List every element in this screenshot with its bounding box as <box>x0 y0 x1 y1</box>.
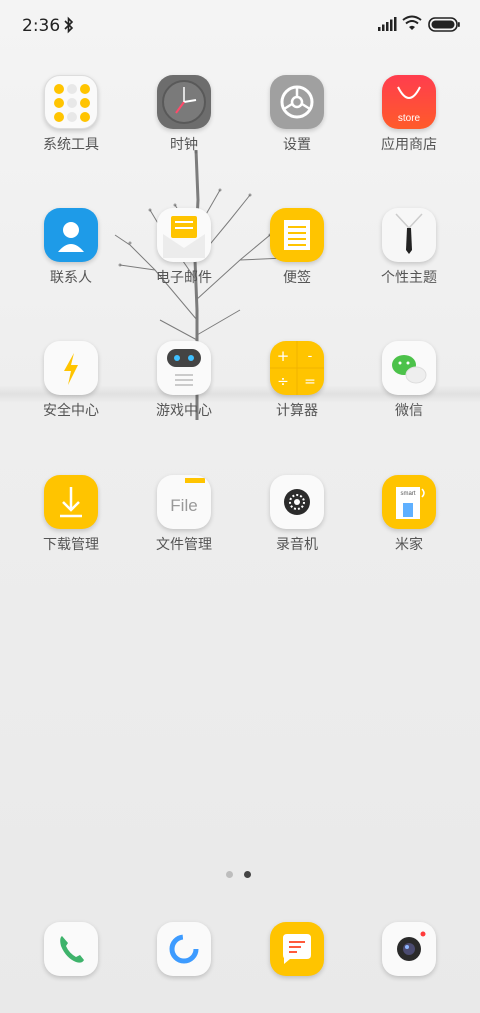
dock-phone[interactable] <box>16 922 126 982</box>
signal-icon <box>378 17 397 31</box>
app-store[interactable]: store 应用商店 <box>354 70 464 180</box>
app-notes[interactable]: 便签 <box>242 203 352 313</box>
game-robot-icon <box>157 341 211 395</box>
app-label: 微信 <box>395 403 423 419</box>
status-bar: 2:36 <box>0 0 480 52</box>
app-label: 应用商店 <box>381 137 437 153</box>
app-label: 时钟 <box>170 137 198 153</box>
dock-camera[interactable] <box>354 922 464 982</box>
recorder-icon <box>270 475 324 529</box>
app-label: 电子邮件 <box>156 270 212 286</box>
app-label: 联系人 <box>50 270 92 286</box>
app-clock[interactable]: 时钟 <box>129 70 239 180</box>
svg-text:-: - <box>308 349 313 364</box>
dock-browser[interactable] <box>129 922 239 982</box>
wifi-icon <box>402 15 422 30</box>
app-contacts[interactable]: 联系人 <box>16 203 126 313</box>
app-file-manager[interactable]: File 文件管理 <box>129 470 239 580</box>
clock-icon <box>157 75 211 129</box>
wechat-bubbles-icon <box>382 341 436 395</box>
app-game-center[interactable]: 游戏中心 <box>129 336 239 446</box>
status-time: 2:36 <box>22 16 61 36</box>
smart-icon-text: smart <box>401 491 416 497</box>
app-label: 系统工具 <box>43 137 99 153</box>
notes-icon <box>270 208 324 262</box>
app-label: 便签 <box>283 270 311 286</box>
svg-text:÷: ÷ <box>277 374 289 390</box>
contacts-person-icon <box>44 208 98 262</box>
store-icon-text: store <box>398 113 421 124</box>
app-themes[interactable]: 个性主题 <box>354 203 464 313</box>
settings-gear-icon <box>270 75 324 129</box>
file-manager-icon: File <box>157 475 211 529</box>
app-label: 安全中心 <box>43 403 99 419</box>
security-lightning-icon <box>44 341 98 395</box>
app-label: 米家 <box>395 537 423 553</box>
app-system-tools[interactable]: 系统工具 <box>16 70 126 180</box>
messages-icon <box>270 922 324 976</box>
app-download-manager[interactable]: 下载管理 <box>16 470 126 580</box>
app-label: 录音机 <box>276 537 318 553</box>
smart-home-icon: smart <box>382 475 436 529</box>
battery-icon <box>428 17 460 32</box>
svg-text:+: + <box>277 347 290 365</box>
download-arrow-icon <box>44 475 98 529</box>
app-email[interactable]: 电子邮件 <box>129 203 239 313</box>
app-label: 计算器 <box>276 403 318 419</box>
email-envelope-icon <box>157 208 211 262</box>
app-label: 文件管理 <box>156 537 212 553</box>
app-mi-home[interactable]: smart 米家 <box>354 470 464 580</box>
app-settings[interactable]: 设置 <box>242 70 352 180</box>
app-label: 游戏中心 <box>156 403 212 419</box>
phone-icon <box>44 922 98 976</box>
app-wechat[interactable]: 微信 <box>354 336 464 446</box>
page-dot[interactable] <box>226 871 233 878</box>
browser-icon <box>157 922 211 976</box>
app-label: 个性主题 <box>381 270 437 286</box>
app-label: 下载管理 <box>43 537 99 553</box>
file-icon-text: File <box>170 496 197 515</box>
system-tools-icon <box>44 75 98 129</box>
page-dot-active[interactable] <box>244 871 251 878</box>
calculator-icon: + - ÷ = <box>270 341 324 395</box>
themes-shirt-tie-icon <box>382 208 436 262</box>
app-recorder[interactable]: 录音机 <box>242 470 352 580</box>
app-security-center[interactable]: 安全中心 <box>16 336 126 446</box>
dock-messages[interactable] <box>242 922 352 982</box>
svg-text:=: = <box>304 374 316 390</box>
store-bag-icon: store <box>382 75 436 129</box>
bluetooth-icon <box>64 16 74 34</box>
camera-icon <box>382 922 436 976</box>
app-label: 设置 <box>283 137 311 153</box>
app-calculator[interactable]: + - ÷ = 计算器 <box>242 336 352 446</box>
